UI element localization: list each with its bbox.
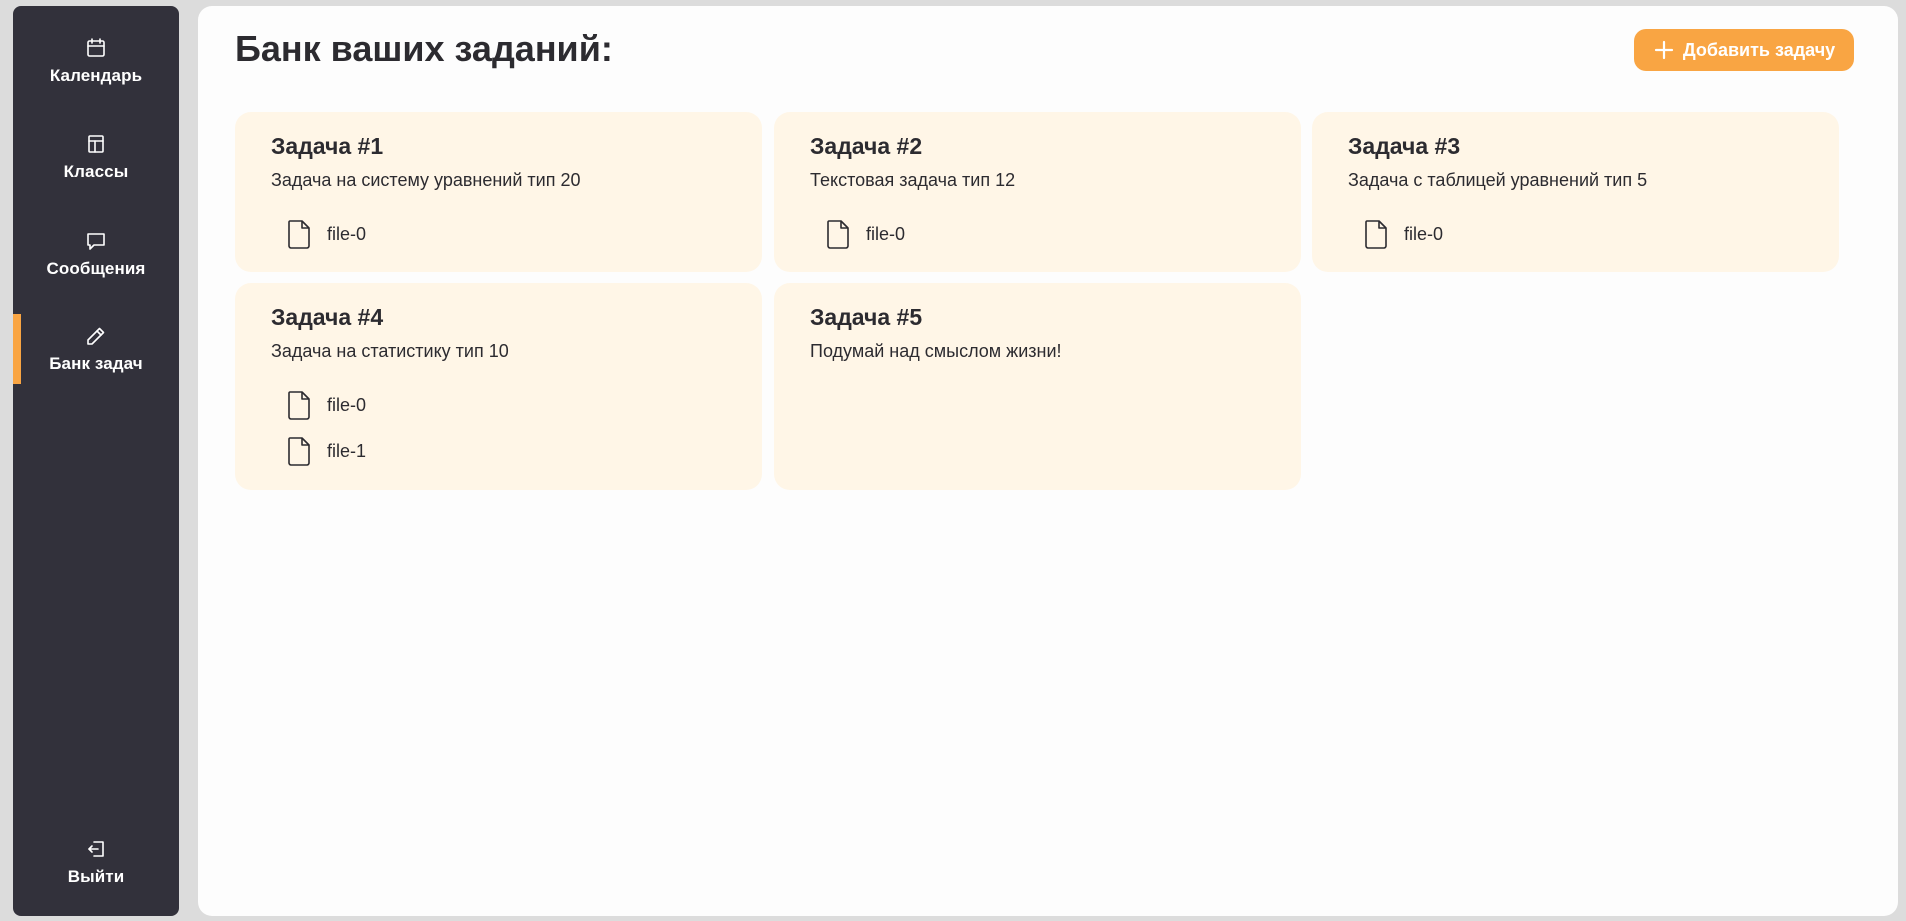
task-description: Задача на статистику тип 10 (271, 341, 509, 361)
sidebar-item-messages[interactable]: Сообщения (13, 219, 179, 289)
sidebar-item-label: Банк задач (49, 354, 143, 373)
task-title: Задача #3 (1348, 133, 1461, 159)
task-title: Задача #5 (810, 304, 923, 330)
sidebar-item-label: Сообщения (46, 259, 146, 278)
file-name: file-0 (866, 223, 906, 244)
task-description: Задача с таблицей уравнений тип 5 (1348, 170, 1648, 190)
task-description: Задача на систему уравнений тип 20 (271, 170, 581, 190)
logout-button[interactable]: Выйти (13, 827, 179, 897)
file-name: file-1 (327, 440, 367, 461)
file-attachment[interactable]: file-0 (824, 217, 905, 251)
file-name: file-0 (1404, 223, 1444, 244)
task-title: Задача #2 (810, 133, 923, 159)
task-card[interactable]: Задача #1 Задача на систему уравнений ти… (235, 112, 762, 272)
file-name: file-0 (327, 394, 367, 415)
sidebar-item-label: Классы (63, 162, 129, 181)
logout-icon (84, 837, 108, 861)
sidebar-item-label: Календарь (49, 66, 143, 85)
task-title: Задача #4 (271, 304, 384, 330)
file-attachment[interactable]: file-0 (285, 217, 366, 251)
task-description: Подумай над смыслом жизни! (810, 341, 1062, 361)
page-title: Банк ваших заданий: (235, 28, 613, 69)
file-icon (285, 218, 313, 250)
layout-icon (84, 132, 108, 156)
message-icon (84, 229, 108, 253)
add-task-label: Добавить задачу (1682, 39, 1836, 60)
add-task-button[interactable]: Добавить задачу (1634, 29, 1854, 71)
logout-label: Выйти (67, 867, 125, 886)
task-card[interactable]: Задача #5 Подумай над смыслом жизни! (774, 283, 1301, 490)
task-card[interactable]: Задача #3 Задача с таблицей уравнений ти… (1312, 112, 1839, 272)
sidebar: Календарь Классы Сообщения Банк задач Вы… (13, 6, 179, 916)
main-content: Банк ваших заданий: Добавить задачу Зада… (198, 6, 1898, 916)
file-attachment[interactable]: file-1 (285, 434, 366, 468)
sidebar-item-calendar[interactable]: Календарь (13, 26, 179, 96)
file-icon (285, 435, 313, 467)
file-attachment[interactable]: file-0 (1362, 217, 1443, 251)
task-card[interactable]: Задача #2 Текстовая задача тип 12 file-0 (774, 112, 1301, 272)
calendar-icon (84, 36, 108, 60)
sidebar-item-classes[interactable]: Классы (13, 122, 179, 192)
sidebar-item-task-bank[interactable]: Банк задач (13, 314, 179, 384)
file-icon (1362, 218, 1390, 250)
plus-icon (1653, 39, 1675, 61)
task-title: Задача #1 (271, 133, 384, 159)
task-description: Текстовая задача тип 12 (810, 170, 1016, 190)
task-card[interactable]: Задача #4 Задача на статистику тип 10 fi… (235, 283, 762, 490)
file-name: file-0 (327, 223, 367, 244)
file-icon (285, 389, 313, 421)
file-attachment[interactable]: file-0 (285, 388, 366, 422)
pencil-icon (84, 324, 108, 348)
file-icon (824, 218, 852, 250)
